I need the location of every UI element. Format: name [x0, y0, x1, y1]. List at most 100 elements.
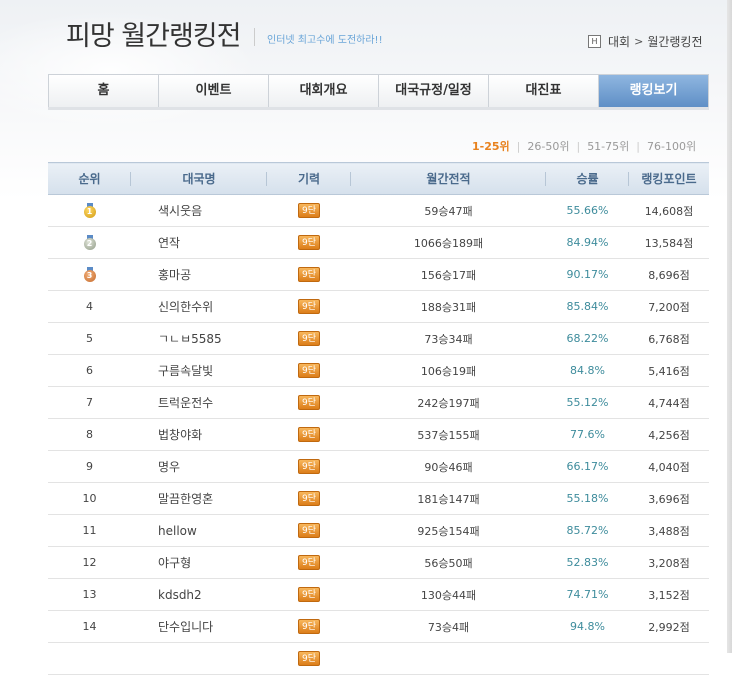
level-cell: 9단	[267, 546, 351, 579]
player-name[interactable]	[131, 642, 267, 675]
level-badge: 9단	[298, 267, 320, 282]
monthly-record: 188승31패	[351, 290, 546, 323]
breadcrumb-section[interactable]: 대회	[608, 33, 630, 50]
level-cell: 9단	[267, 482, 351, 515]
win-rate: 85.84%	[546, 290, 629, 323]
pager-range-26-50[interactable]: 26-50위	[527, 138, 569, 154]
tab-rules-schedule[interactable]: 대국규정/일정	[379, 75, 489, 107]
ranking-points: 3,152점	[629, 578, 709, 611]
table-row: 9 명우 9단 90승46패 66.17% 4,040점	[48, 450, 709, 483]
level-badge: 9단	[298, 523, 320, 538]
monthly-record: 181승147패	[351, 482, 546, 515]
monthly-record: 73승34패	[351, 322, 546, 355]
player-name[interactable]: 연작	[131, 226, 267, 259]
player-name[interactable]: 명우	[131, 450, 267, 483]
ranking-points: 4,040점	[629, 450, 709, 483]
table-row: 4 신의한수위 9단 188승31패 85.84% 7,200점	[48, 290, 709, 323]
medal-rank-number: 2	[83, 238, 96, 250]
monthly-record: 106승19패	[351, 354, 546, 387]
main-tab-bar: 홈 이벤트 대회개요 대국규정/일정 대진표 랭킹보기	[48, 74, 709, 108]
rank-cell: 14	[48, 610, 131, 643]
player-name[interactable]: hellow	[131, 514, 267, 547]
medal-rank-number: 1	[83, 206, 96, 218]
page-title: 피망 월간랭킹전	[66, 21, 241, 52]
tab-event[interactable]: 이벤트	[159, 75, 269, 107]
rank-cell: 3	[48, 258, 131, 291]
ranking-points: 7,200점	[629, 290, 709, 323]
level-badge: 9단	[298, 651, 320, 666]
win-rate: 84.94%	[546, 226, 629, 259]
win-rate: 52.83%	[546, 546, 629, 579]
ranking-points: 4,744점	[629, 386, 709, 419]
level-cell: 9단	[267, 386, 351, 419]
player-name[interactable]: ㄱㄴㅂ5585	[131, 322, 267, 355]
player-name[interactable]: 신의한수위	[131, 290, 267, 323]
pager-range-1-25[interactable]: 1-25위	[472, 138, 510, 154]
monthly-record: 59승47패	[351, 194, 546, 227]
level-cell: 9단	[267, 194, 351, 227]
monthly-record: 130승44패	[351, 578, 546, 611]
win-rate: 68.22%	[546, 322, 629, 355]
level-cell: 9단	[267, 322, 351, 355]
level-cell: 9단	[267, 450, 351, 483]
rank-cell: 8	[48, 418, 131, 451]
ranking-points: 14,608점	[629, 194, 709, 227]
rank-cell: 7	[48, 386, 131, 419]
player-name[interactable]: 트럭운전수	[131, 386, 267, 419]
pager-range-76-100[interactable]: 76-100위	[647, 138, 696, 154]
ranking-points: 3,208점	[629, 546, 709, 579]
pager-divider: |	[516, 139, 521, 153]
player-name[interactable]: 야구형	[131, 546, 267, 579]
monthly-record: 1066승189패	[351, 226, 546, 259]
level-cell: 9단	[267, 642, 351, 675]
level-cell: 9단	[267, 226, 351, 259]
level-badge: 9단	[298, 331, 320, 346]
col-header-level: 기력	[267, 162, 351, 195]
monthly-record: 242승197패	[351, 386, 546, 419]
player-name[interactable]: kdsdh2	[131, 578, 267, 611]
table-row: 6 구름속달빛 9단 106승19패 84.8% 5,416점	[48, 354, 709, 387]
silver-medal-icon: 2	[83, 235, 96, 250]
win-rate: 55.66%	[546, 194, 629, 227]
table-row: 13 kdsdh2 9단 130승44패 74.71% 3,152점	[48, 578, 709, 611]
player-name[interactable]: 색시웃음	[131, 194, 267, 227]
monthly-record	[351, 642, 546, 675]
win-rate: 66.17%	[546, 450, 629, 483]
table-row: 9단	[48, 642, 709, 675]
level-cell: 9단	[267, 514, 351, 547]
tab-overview[interactable]: 대회개요	[269, 75, 379, 107]
monthly-record: 156승17패	[351, 258, 546, 291]
level-badge: 9단	[298, 587, 320, 602]
table-row: 1 색시웃음 9단 59승47패 55.66% 14,608점	[48, 194, 709, 227]
monthly-record: 56승50패	[351, 546, 546, 579]
win-rate: 74.71%	[546, 578, 629, 611]
tab-bar-underline	[48, 107, 709, 110]
ranking-points: 3,696점	[629, 482, 709, 515]
level-cell: 9단	[267, 578, 351, 611]
col-header-name: 대국명	[131, 162, 267, 195]
player-name[interactable]: 법창야화	[131, 418, 267, 451]
breadcrumb-chevron-icon: >	[634, 35, 644, 48]
player-name[interactable]: 단수입니다	[131, 610, 267, 643]
col-header-points: 랭킹포인트	[629, 162, 709, 195]
pager-divider: |	[636, 139, 640, 153]
tab-home[interactable]: 홈	[49, 75, 159, 107]
title-divider	[254, 28, 255, 46]
tab-bracket[interactable]: 대진표	[489, 75, 599, 107]
table-row: 10 말끔한영혼 9단 181승147패 55.18% 3,696점	[48, 482, 709, 515]
table-row: 7 트럭운전수 9단 242승197패 55.12% 4,744점	[48, 386, 709, 419]
table-row: 2 연작 9단 1066승189패 84.94% 13,584점	[48, 226, 709, 259]
pager-range-51-75[interactable]: 51-75위	[587, 138, 629, 154]
ranking-points: 5,416점	[629, 354, 709, 387]
player-name[interactable]: 홍마공	[131, 258, 267, 291]
ranking-points: 6,768점	[629, 322, 709, 355]
table-row: 14 단수입니다 9단 73승4패 94.8% 2,992점	[48, 610, 709, 643]
level-cell: 9단	[267, 290, 351, 323]
tab-ranking[interactable]: 랭킹보기	[599, 75, 708, 107]
breadcrumb-current: 월간랭킹전	[647, 35, 703, 49]
player-name[interactable]: 구름속달빛	[131, 354, 267, 387]
rank-cell: 1	[48, 194, 131, 227]
player-name[interactable]: 말끔한영혼	[131, 482, 267, 515]
home-icon[interactable]: H	[588, 35, 601, 48]
col-header-rank: 순위	[48, 162, 131, 195]
